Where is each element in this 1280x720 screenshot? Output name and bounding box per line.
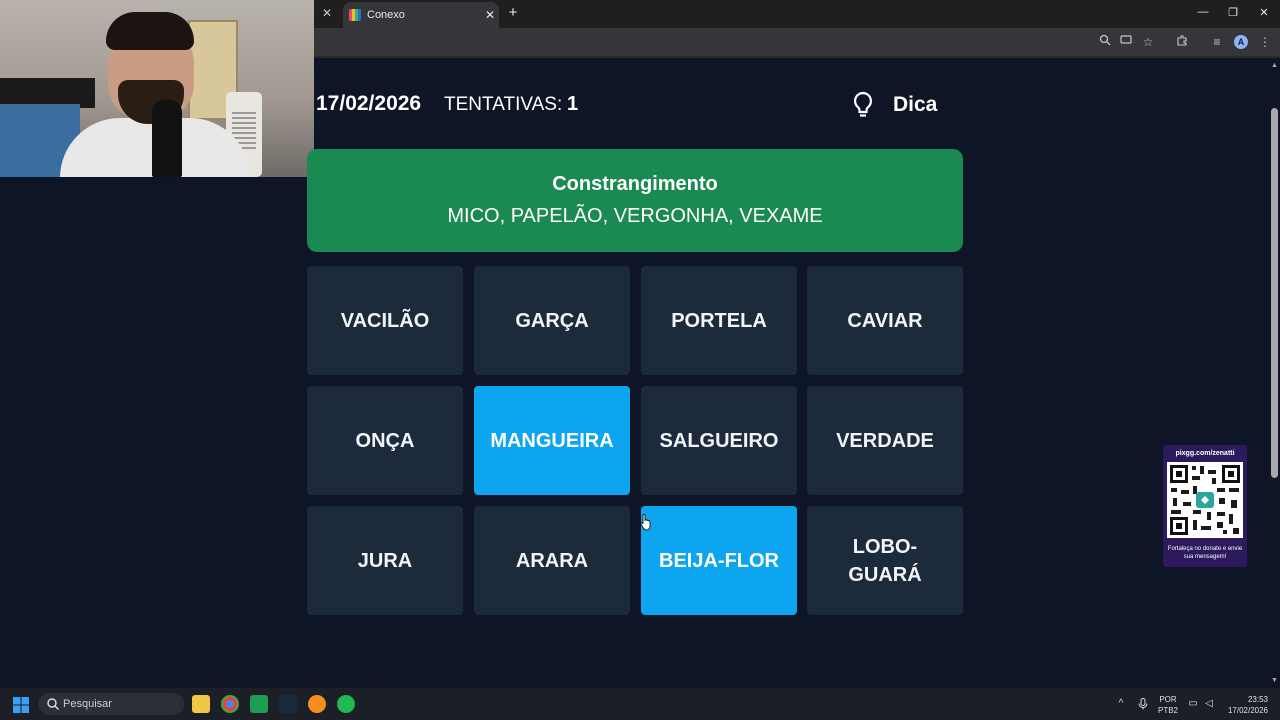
word-card[interactable]: JURA bbox=[307, 506, 463, 615]
word-card[interactable]: LOBO- GUARÁ bbox=[807, 506, 963, 615]
webcam-person-hair bbox=[106, 12, 194, 50]
windows-start-icon[interactable] bbox=[13, 697, 29, 713]
webcam-microphone bbox=[152, 100, 182, 177]
window-close-button[interactable]: ✕ bbox=[1257, 6, 1271, 19]
word-card[interactable]: VERDADE bbox=[807, 386, 963, 495]
previous-tab-close-button[interactable]: ✕ bbox=[322, 6, 332, 20]
spotify-icon[interactable] bbox=[337, 695, 355, 713]
new-tab-button[interactable]: + bbox=[505, 4, 521, 21]
network-icon[interactable]: ▭ bbox=[1187, 698, 1199, 709]
webcam-overlay bbox=[0, 0, 314, 177]
solved-group-card: Constrangimento MICO, PAPELÃO, VERGONHA,… bbox=[307, 149, 963, 252]
bookmark-star-icon[interactable]: ☆ bbox=[1140, 34, 1156, 50]
file-explorer-icon[interactable] bbox=[192, 695, 210, 713]
tray-overflow-chevron-icon[interactable]: ^ bbox=[1115, 698, 1127, 709]
steam-icon[interactable] bbox=[279, 695, 297, 713]
tab-close-button[interactable]: ✕ bbox=[481, 8, 499, 22]
conexo-favicon-icon bbox=[349, 9, 361, 21]
search-icon bbox=[47, 698, 59, 710]
volume-icon[interactable]: ◁ bbox=[1203, 698, 1215, 709]
profile-avatar[interactable]: A bbox=[1234, 35, 1248, 49]
scroll-up-arrow-icon[interactable]: ▲ bbox=[1271, 62, 1278, 69]
word-card[interactable]: PORTELA bbox=[641, 266, 797, 375]
cast-icon[interactable] bbox=[1118, 34, 1134, 50]
lightbulb-icon[interactable] bbox=[852, 91, 874, 119]
taskbar-clock-date[interactable]: 17/02/2026 bbox=[1222, 706, 1268, 715]
word-card[interactable]: ONÇA bbox=[307, 386, 463, 495]
donation-qr-widget: pixgg.com/zenatti Fortaleça no donate e … bbox=[1163, 445, 1247, 567]
word-card[interactable]: ARARA bbox=[474, 506, 630, 615]
hint-button[interactable]: Dica bbox=[893, 93, 937, 117]
taskbar-search-placeholder: Pesquisar bbox=[63, 698, 112, 710]
donation-url: pixgg.com/zenatti bbox=[1175, 450, 1235, 457]
zoom-icon[interactable] bbox=[1097, 34, 1113, 50]
chrome-icon[interactable] bbox=[221, 695, 239, 713]
taskbar-clock-time[interactable]: 23:53 bbox=[1222, 695, 1268, 704]
word-card[interactable]: VACILÃO bbox=[307, 266, 463, 375]
game-date: 17/02/2026 bbox=[316, 92, 422, 115]
reading-list-icon[interactable]: ≡ bbox=[1209, 34, 1225, 50]
microphone-icon[interactable] bbox=[1137, 698, 1149, 713]
language-indicator-bottom[interactable]: PTB2 bbox=[1157, 706, 1179, 715]
streamlabs-icon[interactable] bbox=[250, 695, 268, 713]
restore-button[interactable]: ❐ bbox=[1226, 6, 1240, 19]
scrollbar-thumb[interactable] bbox=[1271, 108, 1278, 478]
qr-code-icon bbox=[1167, 462, 1243, 538]
extensions-icon[interactable] bbox=[1174, 34, 1190, 50]
attempts-value: 1 bbox=[567, 93, 579, 115]
word-card[interactable]: GARÇA bbox=[474, 266, 630, 375]
scroll-down-arrow-icon[interactable]: ▼ bbox=[1271, 677, 1278, 684]
overwatch-icon[interactable] bbox=[308, 695, 326, 713]
browser-menu-icon[interactable]: ⋮ bbox=[1257, 34, 1273, 50]
solved-group-words: MICO, PAPELÃO, VERGONHA, VEXAME bbox=[447, 205, 823, 227]
donation-message: Fortaleça no donate e envie sua mensagem… bbox=[1167, 546, 1243, 560]
attempts-label: TENTATIVAS: bbox=[444, 94, 563, 115]
word-card[interactable]: CAVIAR bbox=[807, 266, 963, 375]
tab-conexo[interactable]: Conexo ✕ bbox=[343, 2, 499, 28]
language-indicator-top[interactable]: POR bbox=[1157, 695, 1179, 704]
solved-group-title: Constrangimento bbox=[552, 173, 718, 195]
minimize-button[interactable]: — bbox=[1196, 6, 1210, 18]
word-card[interactable]: MANGUEIRA bbox=[474, 386, 630, 495]
word-card[interactable]: SALGUEIRO bbox=[641, 386, 797, 495]
word-card[interactable]: BEIJA-FLOR bbox=[641, 506, 797, 615]
tab-title: Conexo bbox=[367, 9, 405, 21]
screen: ✕ Conexo ✕ + — ❐ ✕ ☆ ≡ A ⋮ 17/02/2026 TE… bbox=[0, 0, 1280, 720]
hand-cursor-icon bbox=[640, 514, 651, 531]
